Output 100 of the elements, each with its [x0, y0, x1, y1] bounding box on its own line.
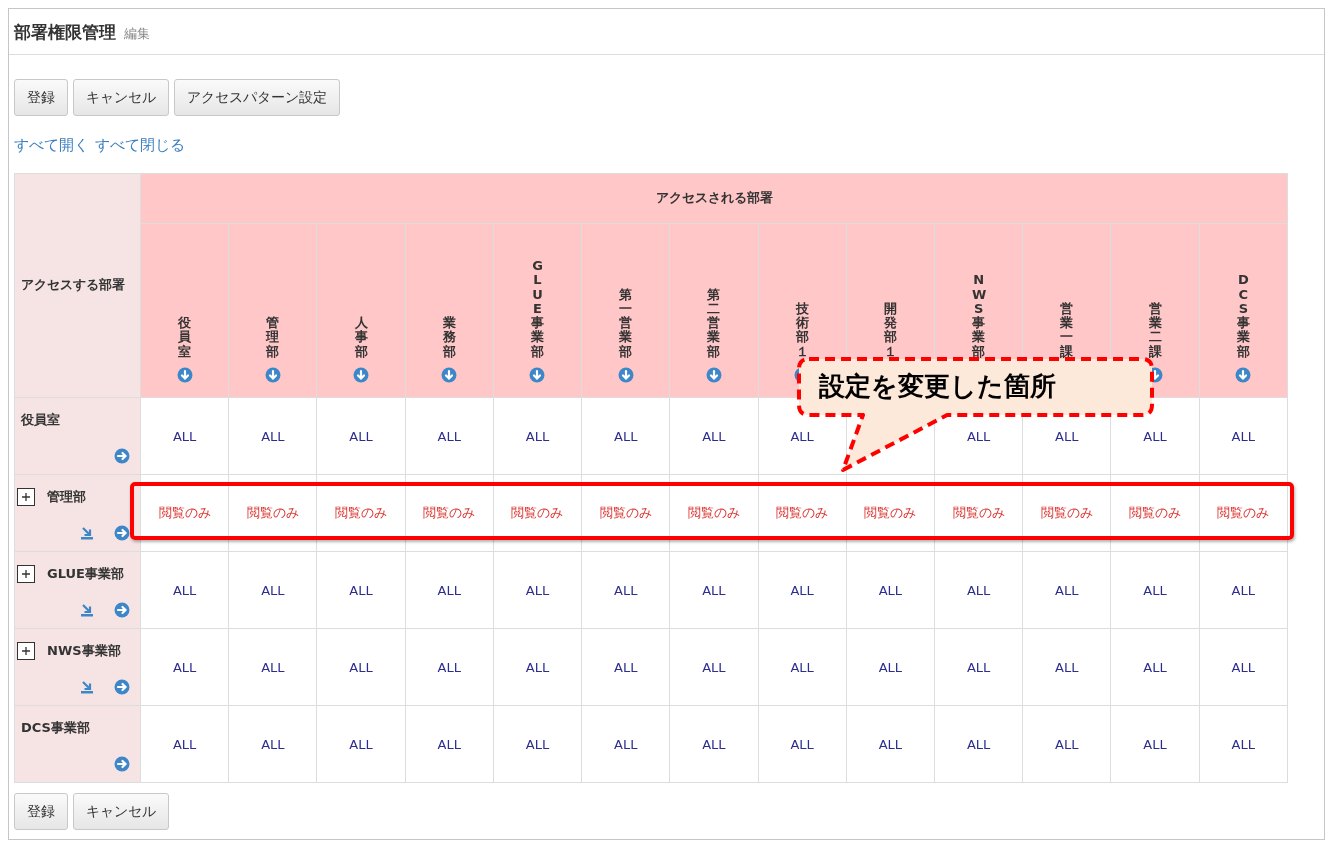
corner-heading: アクセスする部署: [21, 277, 125, 292]
permission-value[interactable]: ALL: [261, 428, 285, 444]
permission-value[interactable]: 閲覧のみ: [511, 505, 564, 520]
permission-value[interactable]: 閲覧のみ: [423, 505, 476, 520]
expand-icon[interactable]: [17, 565, 35, 583]
permission-value[interactable]: ALL: [437, 736, 461, 752]
permission-value[interactable]: ALL: [172, 428, 197, 444]
permission-value[interactable]: 閲覧のみ: [246, 505, 299, 520]
permission-value[interactable]: 閲覧のみ: [599, 505, 652, 520]
permission-value[interactable]: ALL: [437, 582, 461, 598]
permission-value[interactable]: 閲覧のみ: [1040, 505, 1093, 520]
permission-value[interactable]: ALL: [261, 736, 285, 752]
column-heading: DCS事業部: [1236, 273, 1250, 359]
permission-value[interactable]: ALL: [878, 582, 903, 598]
column-heading: 営業二課: [1148, 301, 1162, 359]
action-button[interactable]: 登録: [14, 79, 68, 116]
arrow-right-icon[interactable]: [114, 679, 130, 695]
arrow-right-icon[interactable]: [114, 602, 130, 618]
permission-value[interactable]: ALL: [1143, 659, 1167, 675]
permission-value[interactable]: ALL: [966, 659, 991, 675]
permission-value[interactable]: ALL: [1143, 428, 1167, 444]
permission-value[interactable]: ALL: [1055, 659, 1079, 675]
sort-down-icon[interactable]: [264, 367, 281, 383]
permission-value[interactable]: ALL: [261, 659, 285, 675]
permission-value[interactable]: ALL: [966, 736, 991, 752]
column-heading: GLUE事業部: [531, 258, 544, 359]
permission-value[interactable]: 閲覧のみ: [1217, 505, 1270, 520]
arrow-right-icon[interactable]: [114, 525, 130, 541]
permission-value[interactable]: ALL: [790, 582, 814, 598]
permission-value[interactable]: ALL: [349, 582, 373, 598]
permission-value[interactable]: ALL: [172, 582, 197, 598]
column-heading: 役員室: [178, 316, 192, 359]
move-down-icon[interactable]: [80, 526, 94, 540]
permission-value[interactable]: ALL: [614, 582, 638, 598]
permission-value[interactable]: 閲覧のみ: [687, 505, 740, 520]
permission-value[interactable]: ALL: [437, 428, 461, 444]
sort-down-icon[interactable]: [441, 367, 458, 383]
move-down-icon[interactable]: [80, 603, 94, 617]
column-heading: NWS事業部: [972, 273, 986, 359]
permission-value[interactable]: ALL: [172, 736, 197, 752]
arrow-right-icon[interactable]: [114, 756, 130, 772]
permission-value[interactable]: ALL: [1231, 736, 1255, 752]
permission-value[interactable]: ALL: [349, 428, 373, 444]
permission-value[interactable]: ALL: [614, 736, 638, 752]
permission-value[interactable]: ALL: [790, 428, 814, 444]
permission-value[interactable]: ALL: [702, 736, 726, 752]
link[interactable]: すべて閉じる: [95, 136, 185, 155]
sort-down-icon[interactable]: [529, 367, 546, 383]
permission-value[interactable]: 閲覧のみ: [952, 505, 1005, 520]
permission-value[interactable]: ALL: [349, 659, 373, 675]
permission-value[interactable]: ALL: [702, 428, 726, 444]
link[interactable]: すべて開く: [14, 136, 89, 155]
expand-icon[interactable]: [17, 642, 35, 660]
permission-value[interactable]: 閲覧のみ: [335, 505, 388, 520]
sort-down-icon[interactable]: [176, 367, 193, 383]
permission-value[interactable]: ALL: [525, 659, 550, 675]
permission-value[interactable]: ALL: [437, 659, 461, 675]
permission-value[interactable]: ALL: [702, 582, 726, 598]
permission-value[interactable]: ALL: [349, 736, 373, 752]
sort-down-icon[interactable]: [705, 367, 722, 383]
arrow-right-icon[interactable]: [114, 448, 130, 464]
permission-value[interactable]: ALL: [966, 428, 991, 444]
permission-value[interactable]: ALL: [878, 659, 903, 675]
permission-value[interactable]: 閲覧のみ: [864, 505, 917, 520]
action-button[interactable]: キャンセル: [73, 793, 169, 830]
permission-value[interactable]: 閲覧のみ: [1129, 505, 1181, 520]
row-heading: GLUE事業部: [46, 565, 124, 583]
permission-value[interactable]: ALL: [261, 582, 285, 598]
page-title: 部署権限管理: [14, 21, 116, 44]
permission-value[interactable]: ALL: [614, 428, 638, 444]
permission-value[interactable]: 閲覧のみ: [158, 505, 211, 520]
column-heading: 営業一課: [1060, 301, 1074, 359]
sort-down-icon[interactable]: [1235, 367, 1252, 383]
permission-value[interactable]: ALL: [790, 736, 814, 752]
sort-down-icon[interactable]: [353, 367, 370, 383]
permission-value[interactable]: ALL: [1055, 736, 1079, 752]
permission-value[interactable]: ALL: [790, 659, 814, 675]
expand-icon[interactable]: [17, 488, 35, 506]
permission-value[interactable]: ALL: [1231, 428, 1255, 444]
permission-value[interactable]: 閲覧のみ: [776, 505, 829, 520]
action-button[interactable]: キャンセル: [73, 79, 169, 116]
permission-value[interactable]: ALL: [1231, 582, 1255, 598]
action-button[interactable]: 登録: [14, 793, 68, 830]
permission-value[interactable]: ALL: [1143, 736, 1167, 752]
permission-value[interactable]: ALL: [878, 736, 903, 752]
permission-value[interactable]: ALL: [614, 659, 638, 675]
permission-value[interactable]: ALL: [525, 736, 550, 752]
permission-value[interactable]: ALL: [1143, 582, 1167, 598]
permission-value[interactable]: ALL: [525, 428, 550, 444]
action-button[interactable]: アクセスパターン設定: [174, 79, 340, 116]
column-heading: 人事部: [354, 316, 368, 359]
permission-value[interactable]: ALL: [702, 659, 726, 675]
permission-value[interactable]: ALL: [1231, 659, 1255, 675]
permission-value[interactable]: ALL: [966, 582, 991, 598]
permission-value[interactable]: ALL: [172, 659, 197, 675]
permission-value[interactable]: ALL: [1055, 428, 1079, 444]
permission-value[interactable]: ALL: [1055, 582, 1079, 598]
permission-value[interactable]: ALL: [525, 582, 550, 598]
move-down-icon[interactable]: [80, 680, 94, 694]
sort-down-icon[interactable]: [617, 367, 634, 383]
